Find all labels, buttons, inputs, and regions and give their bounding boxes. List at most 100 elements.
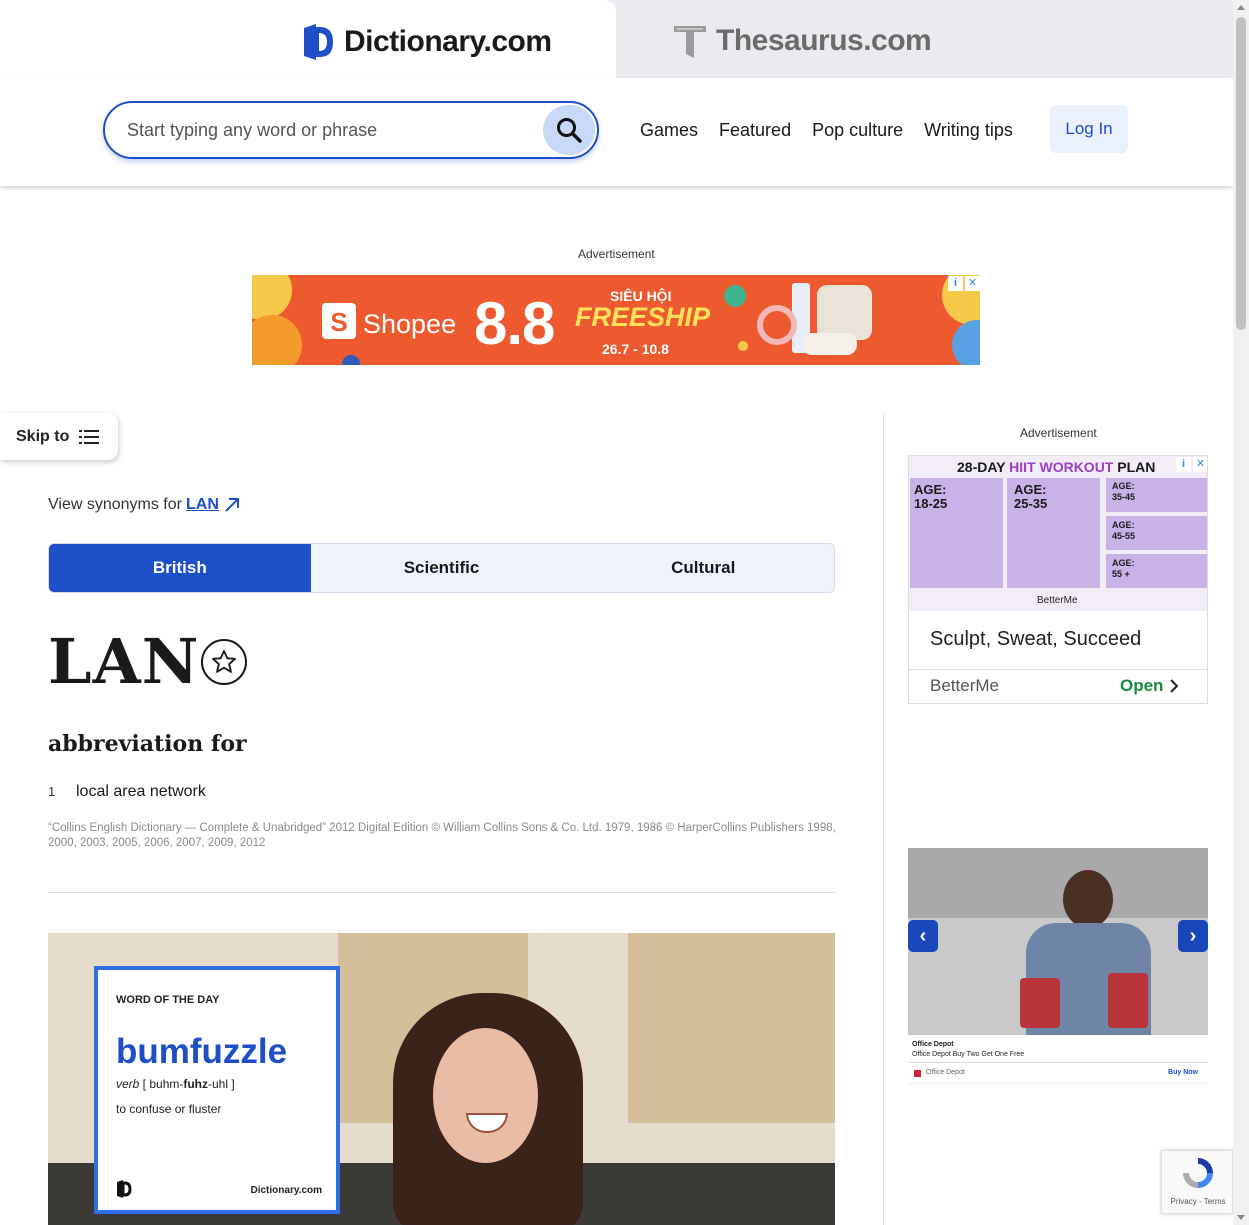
od-backdrop [908, 848, 1208, 918]
wotd-pron-stress: fuhz [183, 1077, 209, 1091]
od-product [1108, 973, 1148, 1028]
ad-big-number: 8.8 [474, 290, 555, 357]
recaptcha-icon [1183, 1158, 1213, 1188]
recaptcha-terms[interactable]: Terms [1204, 1197, 1226, 1206]
wotd-meaning: to confuse or fluster [116, 1102, 222, 1116]
thesaurus-logo-text: Thesaurus.com [716, 24, 932, 57]
site-header: Games Featured Pop culture Writing tips … [0, 78, 1233, 186]
divider [48, 892, 835, 893]
age-label: AGE: 55 + [1112, 558, 1135, 579]
dictionary-mini-logo-icon [117, 1180, 132, 1198]
search-button[interactable] [543, 105, 595, 155]
ad-close-icon[interactable]: ✕ [1193, 457, 1207, 472]
nav-pop-culture[interactable]: Pop culture [812, 120, 903, 141]
thesaurus-logo-icon [674, 26, 706, 58]
decor-dot [738, 341, 748, 351]
scroll-up-arrow-icon[interactable] [1237, 5, 1245, 10]
main-nav: Games Featured Pop culture Writing tips [640, 120, 1013, 141]
login-button[interactable]: Log In [1050, 105, 1128, 153]
wotd-label: WORD OF THE DAY [116, 994, 220, 1006]
rail-divider [883, 413, 884, 1225]
age-label: AGE: 45-55 [1112, 520, 1136, 541]
headword: LAN [48, 625, 200, 698]
betterme-banner-title: 28-DAY HIIT WORKOUT PLAN [957, 459, 1155, 475]
search-box [103, 101, 599, 159]
open-label: Open [1120, 676, 1164, 695]
ad-label-side: Advertisement [1020, 426, 1097, 440]
favorite-button[interactable] [201, 639, 247, 685]
age-label: AGE: 25-35 [1014, 482, 1048, 511]
ad-product-shoe [802, 333, 857, 355]
betterme-ad[interactable]: 28-DAY HIIT WORKOUT PLAN i ✕ AGE: 18-25 … [908, 455, 1208, 704]
skip-to-button[interactable]: Skip to [0, 413, 118, 460]
betterme-small-brand: BetterMe [1037, 595, 1078, 606]
wotd-word: bumfuzzle [116, 1032, 288, 1071]
od-desc: Office Depot Buy Two Get One Free [912, 1051, 1025, 1058]
decor-dot [252, 315, 302, 365]
wotd-pron-open: [ buhm- [139, 1077, 184, 1091]
tab-british[interactable]: British [49, 544, 311, 592]
betterme-open-button[interactable]: Open [1120, 676, 1179, 696]
adchoices-icon[interactable]: i [1176, 457, 1191, 472]
dictionary-logo[interactable]: Dictionary.com [302, 24, 552, 60]
betterme-title-post: PLAN [1113, 459, 1156, 475]
search-input[interactable] [127, 117, 527, 143]
nav-featured[interactable]: Featured [719, 120, 791, 141]
recaptcha-links: Privacy - Terms [1170, 1197, 1226, 1206]
wotd-brand: Dictionary.com [250, 1185, 323, 1196]
page-scrollbar[interactable] [1233, 0, 1249, 1225]
nav-writing-tips[interactable]: Writing tips [924, 120, 1013, 141]
skip-to-label: Skip to [16, 427, 70, 445]
search-icon [557, 118, 582, 143]
office-depot-ad[interactable]: Ad [908, 848, 1208, 1035]
betterme-title-hl: HIIT WORKOUT [1009, 459, 1114, 475]
ad-sub-main: FREESHIP [575, 302, 711, 332]
ad-product-headphones [757, 305, 797, 345]
decor-dot [952, 320, 980, 365]
definition-number: 1 [48, 784, 56, 799]
age-label: AGE: 18-25 [914, 482, 948, 511]
divider [909, 669, 1207, 670]
ad-choices: i ✕ [948, 276, 980, 291]
decor-dot [252, 275, 292, 320]
adchoices-icon[interactable]: i [948, 276, 963, 291]
dictionary-logo-text: Dictionary.com [344, 25, 552, 58]
dictionary-logo-icon [304, 24, 333, 60]
wotd-pronunciation: verb [ buhm-fuhz-uhl ] [116, 1077, 235, 1091]
decor-dot [342, 355, 360, 365]
od-meta: Office Depot Office Depot Buy Two Get On… [912, 1040, 1024, 1060]
recaptcha-badge[interactable]: Privacy - Terms [1161, 1150, 1233, 1214]
recaptcha-privacy[interactable]: Privacy [1171, 1197, 1197, 1206]
wotd-pos: verb [116, 1077, 140, 1091]
scrollbar-thumb[interactable] [1236, 17, 1246, 330]
betterme-advertiser: BetterMe [930, 676, 999, 695]
part-of-speech: abbreviation for [48, 731, 247, 757]
carousel-next-button[interactable]: › [1178, 920, 1208, 952]
dictionary-brand-tab[interactable]: Dictionary.com [0, 0, 616, 78]
betterme-title-pre: 28-DAY [957, 459, 1010, 475]
nav-games[interactable]: Games [640, 120, 698, 141]
scroll-down-arrow-icon[interactable] [1237, 1215, 1245, 1220]
carousel-prev-button[interactable]: ‹ [908, 920, 938, 952]
tab-cultural[interactable]: Cultural [572, 544, 834, 592]
star-icon [211, 649, 237, 673]
cabinet-right [628, 933, 835, 1123]
tab-scientific[interactable]: Scientific [311, 544, 573, 592]
od-person-head [1063, 870, 1113, 928]
shopee-bag-icon: S [322, 303, 356, 339]
presenter-face [433, 1028, 538, 1163]
ad-brand: Shopee [363, 309, 457, 339]
side-ad-choices: i ✕ [1176, 457, 1207, 472]
view-synonyms-prefix: View synonyms for [48, 496, 182, 513]
ad-dates: 26.7 - 10.8 [602, 341, 669, 357]
od-buy-now[interactable]: Buy Now [1168, 1069, 1198, 1076]
ad-close-icon[interactable]: ✕ [965, 276, 980, 291]
synonyms-link[interactable]: LAN [186, 496, 219, 514]
thesaurus-logo[interactable]: Thesaurus.com [674, 24, 932, 58]
word-of-the-day-card: WORD OF THE DAY bumfuzzle verb [ buhm-fu… [94, 966, 340, 1214]
shopee-banner-ad[interactable]: S Shopee 8.8 SIÊU HỘI FREESHIP 26.7 - 10… [252, 275, 980, 365]
list-icon [79, 429, 100, 444]
view-synonyms: View synonyms for LAN [48, 496, 241, 514]
external-arrow-icon [225, 498, 239, 512]
ad-label-top: Advertisement [578, 247, 655, 261]
